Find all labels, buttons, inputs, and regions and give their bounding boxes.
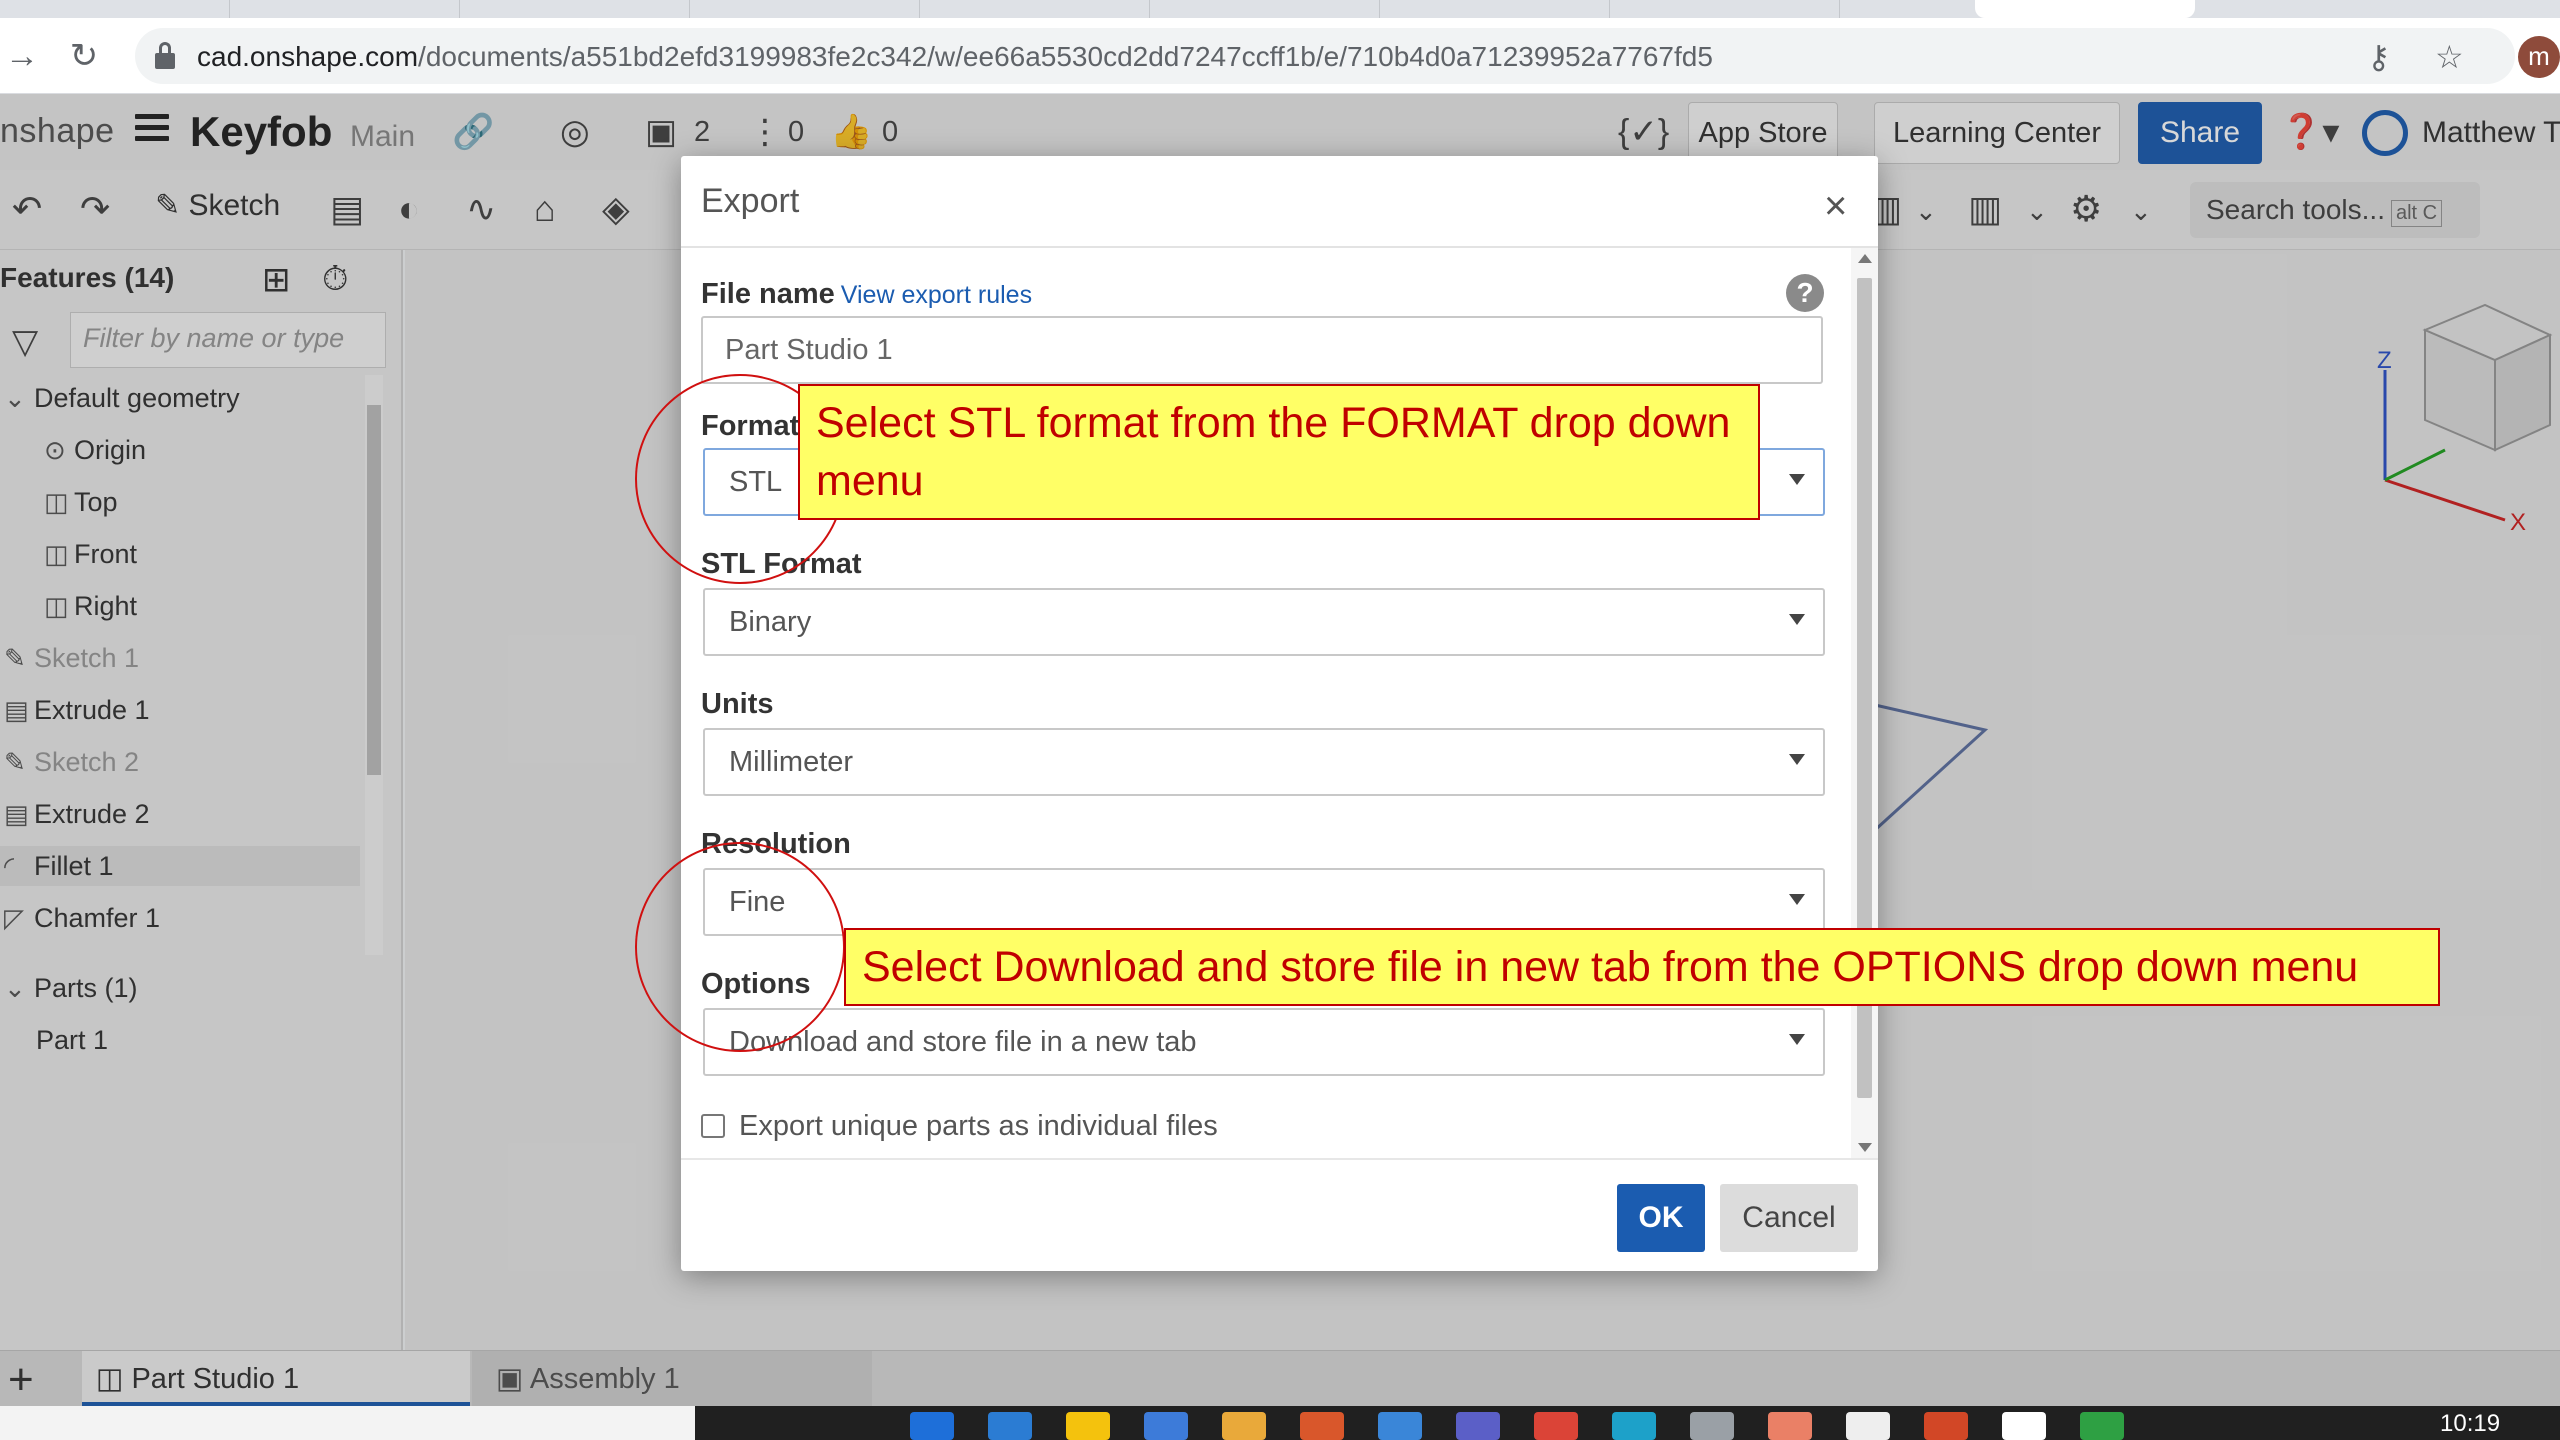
resolution-select[interactable]: Fine (703, 868, 1825, 936)
cancel-button[interactable]: Cancel (1720, 1184, 1858, 1252)
taskbar-clock[interactable]: 10:19 (2440, 1410, 2500, 1438)
browser-address-bar: → ↻ cad.onshape.com/documents/a551bd2efd… (0, 18, 2560, 94)
view-export-rules-link[interactable]: View export rules (841, 281, 1032, 309)
browser-tab[interactable] (1150, 0, 1380, 18)
browser-tab[interactable] (0, 0, 230, 18)
forward-icon[interactable]: → (2, 36, 42, 76)
units-label: Units (701, 688, 774, 720)
scroll-down-icon[interactable] (1858, 1143, 1872, 1152)
format-instruction-callout: Select STL format from the FORMAT drop d… (798, 384, 1760, 520)
app-icon[interactable] (1768, 1412, 1812, 1440)
app-icon[interactable] (1846, 1412, 1890, 1440)
stl-format-select[interactable]: Binary (703, 588, 1825, 656)
url-text[interactable]: cad.onshape.com/documents/a551bd2efd3199… (197, 41, 1713, 73)
help-icon[interactable]: ? (1786, 274, 1824, 312)
export-unique-parts-option[interactable]: Export unique parts as individual files (701, 1110, 1218, 1143)
scroll-up-icon[interactable] (1858, 254, 1872, 263)
chevron-down-icon (1789, 614, 1805, 625)
options-select[interactable]: Download and store file in a new tab (703, 1008, 1825, 1076)
chevron-down-icon (1789, 754, 1805, 765)
dialog-title: Export (701, 182, 800, 220)
star-icon[interactable]: ☆ (2435, 38, 2464, 76)
divider (681, 1158, 1878, 1160)
browser-tab[interactable] (1380, 0, 1610, 18)
options-instruction-callout: Select Download and store file in new ta… (844, 928, 2440, 1006)
browser-tab-strip (0, 0, 2560, 18)
browser-tab[interactable] (460, 0, 690, 18)
close-icon[interactable]: × (1824, 186, 1847, 226)
os-taskbar: 10:19 (0, 1406, 2560, 1440)
browser-tab[interactable] (230, 0, 460, 18)
ok-button[interactable]: OK (1617, 1184, 1705, 1252)
taskbar-search[interactable] (0, 1406, 695, 1440)
folder-icon[interactable] (1222, 1412, 1266, 1440)
mail-icon[interactable] (910, 1412, 954, 1440)
app-icon[interactable] (1144, 1412, 1188, 1440)
teams-icon[interactable] (1456, 1412, 1500, 1440)
app-icon[interactable] (988, 1412, 1032, 1440)
powerpoint-icon[interactable] (1924, 1412, 1968, 1440)
profile-avatar[interactable]: m (2518, 36, 2560, 78)
export-dialog: Export × File name View export rules ? Pa… (681, 156, 1878, 1271)
app-icon[interactable] (1300, 1412, 1344, 1440)
chevron-down-icon (1789, 474, 1805, 485)
key-icon[interactable]: ⚷ (2367, 38, 2390, 76)
chrome-icon[interactable] (1534, 1412, 1578, 1440)
app-icon[interactable] (1690, 1412, 1734, 1440)
dialog-scrollbar[interactable] (1851, 248, 1878, 1158)
options-highlight-circle (635, 842, 845, 1052)
app-icon[interactable] (1378, 1412, 1422, 1440)
units-select[interactable]: Millimeter (703, 728, 1825, 796)
active-browser-tab[interactable] (1975, 0, 2195, 18)
browser-tab[interactable] (1610, 0, 1840, 18)
url-bar[interactable]: cad.onshape.com/documents/a551bd2efd3199… (135, 28, 2515, 84)
export-unique-parts-checkbox[interactable] (701, 1114, 725, 1138)
browser-tab[interactable] (690, 0, 920, 18)
app-icon[interactable] (2002, 1412, 2046, 1440)
file-name-input[interactable]: Part Studio 1 (701, 316, 1823, 384)
app-icon[interactable] (1612, 1412, 1656, 1440)
chevron-down-icon (1789, 1034, 1805, 1045)
app-icon[interactable] (2080, 1412, 2124, 1440)
reload-icon[interactable]: ↻ (64, 36, 104, 76)
app-icon[interactable] (1066, 1412, 1110, 1440)
file-name-label: File name View export rules (701, 278, 1033, 310)
chevron-down-icon (1789, 894, 1805, 905)
browser-tab[interactable] (920, 0, 1150, 18)
lock-icon (155, 42, 175, 70)
